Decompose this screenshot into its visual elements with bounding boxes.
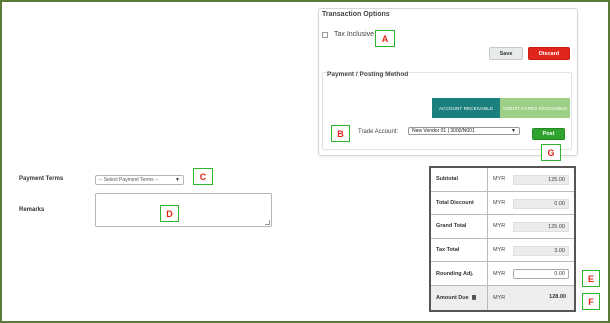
table-row: Rounding Adj. MYR 0.00 [431, 262, 574, 286]
amount-due-value: 128.00 [549, 294, 566, 300]
rounding-adj-label: Rounding Adj. [431, 262, 488, 285]
callout-b: B [331, 125, 350, 142]
remarks-label: Remarks [19, 207, 45, 213]
amount-due-label-cell: Amount Due [431, 286, 488, 310]
tax-inclusive-checkbox[interactable] [322, 32, 328, 38]
discard-button[interactable]: Discard [528, 47, 570, 60]
callout-f: F [582, 293, 600, 310]
total-discount-label: Total Discount [431, 191, 488, 215]
callout-e: E [582, 270, 600, 287]
tab-credit-cards-receivable[interactable]: CREDIT CARDS RECEIVABLE [500, 98, 570, 118]
subtotal-value: 125.00 [513, 175, 569, 185]
tax-total-label: Tax Total [431, 238, 488, 262]
payment-terms-select[interactable]: -- Select Payment Terms -- ▼ [95, 175, 184, 185]
subtotal-currency: MYR [493, 176, 506, 183]
table-row: Subtotal MYR 125.00 [431, 168, 574, 192]
transaction-options-title: Transaction Options [322, 11, 390, 18]
resize-grip-icon[interactable] [265, 220, 270, 225]
grand-total-label: Grand Total [431, 215, 488, 238]
table-row: Amount Due MYR 128.00 [431, 286, 574, 310]
chevron-down-icon: ▼ [511, 128, 516, 134]
post-button[interactable]: Post [532, 128, 565, 140]
callout-d: D [160, 205, 179, 222]
trade-account-label: Trade Account: [358, 129, 399, 135]
trash-icon[interactable] [471, 295, 476, 301]
callout-g: G [541, 144, 561, 161]
payment-terms-label: Payment Terms [19, 176, 64, 182]
amount-due-label: Amount Due [436, 294, 469, 301]
tax-inclusive-label: Tax Inclusive [334, 31, 375, 38]
total-discount-value: 0.00 [513, 198, 569, 209]
tab-account-receivable[interactable]: ACCOUNT RECEIVABLE [432, 98, 500, 118]
trade-account-value: New Vendor 01 | 3000/N001 [412, 128, 475, 134]
rounding-adj-input[interactable]: 0.00 [513, 269, 569, 280]
remarks-textarea[interactable] [95, 193, 272, 227]
subtotal-label: Subtotal [431, 168, 488, 191]
trade-account-select[interactable]: New Vendor 01 | 3000/N001 ▼ [408, 127, 520, 135]
table-row: Tax Total MYR 3.00 [431, 238, 574, 263]
grand-total-currency: MYR [493, 223, 506, 230]
chevron-down-icon: ▼ [175, 177, 180, 183]
grand-total-value: 125.00 [513, 222, 569, 233]
callout-c: C [193, 168, 213, 185]
payment-terms-placeholder: -- Select Payment Terms -- [99, 177, 159, 183]
amount-due-currency: MYR [493, 294, 506, 301]
table-row: Total Discount MYR 0.00 [431, 191, 574, 216]
rounding-adj-currency: MYR [493, 270, 506, 277]
totals-table: Subtotal MYR 125.00 Total Discount MYR 0… [429, 166, 576, 312]
table-row: Grand Total MYR 125.00 [431, 215, 574, 239]
callout-a: A [375, 30, 395, 47]
tax-total-currency: MYR [493, 247, 506, 254]
posting-method-title: Payment / Posting Method [327, 71, 409, 78]
total-discount-currency: MYR [493, 199, 506, 206]
tax-total-value: 3.00 [513, 245, 569, 256]
save-button[interactable]: Save [489, 47, 523, 60]
